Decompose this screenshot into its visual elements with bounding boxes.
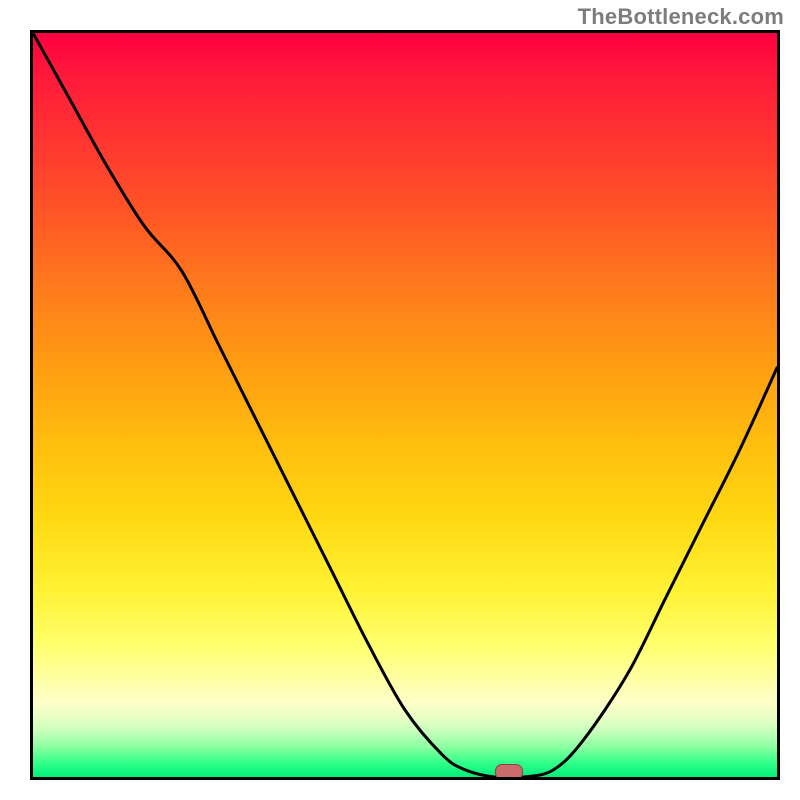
bottleneck-curve — [33, 33, 777, 777]
optimal-marker — [495, 764, 523, 780]
plot-area — [30, 30, 780, 780]
curve-layer — [33, 33, 777, 777]
chart-container: TheBottleneck.com — [0, 0, 800, 800]
watermark-text: TheBottleneck.com — [578, 4, 784, 30]
